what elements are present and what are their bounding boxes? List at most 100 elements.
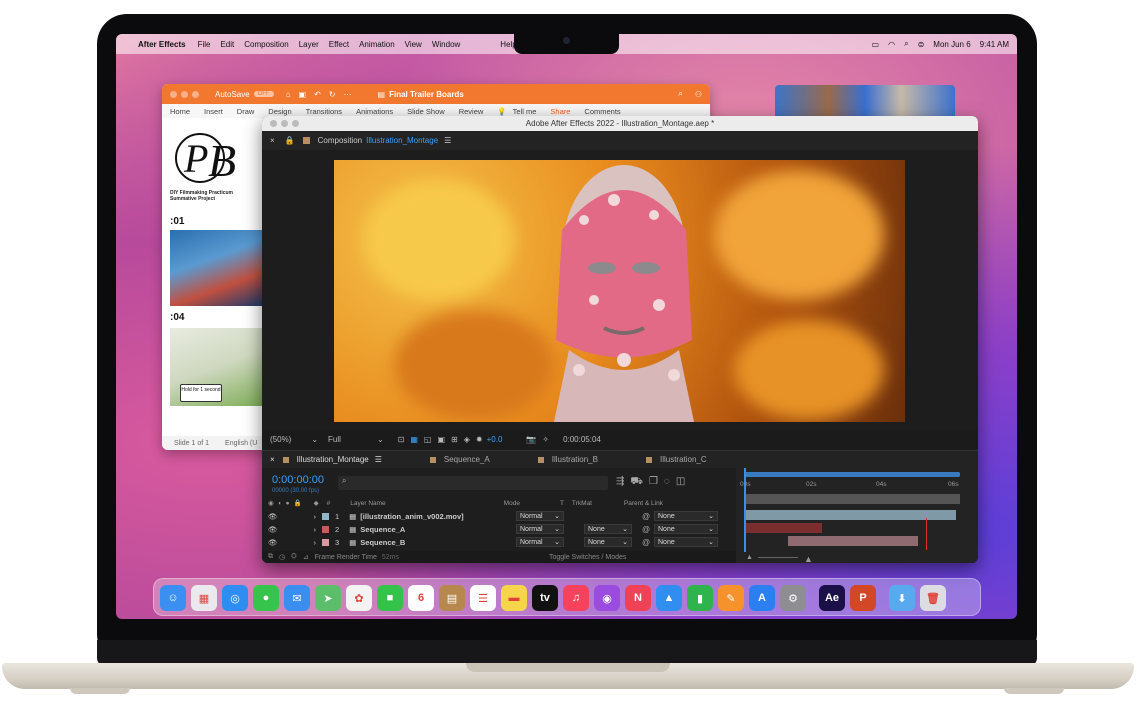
slide-logo[interactable]: P B bbox=[170, 126, 252, 186]
tab-draw[interactable]: Draw bbox=[237, 107, 255, 116]
keynote-icon[interactable]: ▲ bbox=[656, 585, 682, 611]
facetime-icon[interactable]: ■ bbox=[377, 585, 403, 611]
share-people-icon[interactable]: ⚇ bbox=[695, 90, 702, 99]
toggle-switches-button[interactable]: Toggle Switches / Modes bbox=[549, 554, 626, 561]
minimize-icon[interactable] bbox=[281, 120, 288, 127]
downloads-folder-icon[interactable]: ⬇ bbox=[889, 585, 915, 611]
chevron-down-icon[interactable]: ⌄ bbox=[311, 435, 318, 444]
news-icon[interactable]: N bbox=[625, 585, 651, 611]
zoom-icon[interactable] bbox=[192, 90, 199, 98]
parent-dropdown[interactable]: None ⌄ bbox=[654, 511, 718, 521]
resolution-dropdown[interactable]: Full bbox=[328, 435, 341, 444]
music-icon[interactable]: ♫ bbox=[563, 585, 589, 611]
timeline-zoom-slider[interactable] bbox=[758, 557, 798, 558]
render-time-icon[interactable]: ◷ bbox=[279, 553, 285, 561]
trkmat-dropdown[interactable]: None ⌄ bbox=[584, 524, 632, 534]
finder-icon[interactable]: ☺ bbox=[160, 585, 186, 611]
tab-illustration-c[interactable]: Illustration_C bbox=[645, 455, 707, 464]
zoom-in-icon[interactable]: ▲ bbox=[804, 554, 813, 563]
comp-name[interactable]: Illustration_Montage bbox=[366, 136, 438, 145]
photos-icon[interactable]: ✿ bbox=[346, 585, 372, 611]
time-ruler[interactable]: 00s 02s 04s 06s bbox=[736, 481, 978, 491]
pages-icon[interactable]: ✎ bbox=[718, 585, 744, 611]
tab-home[interactable]: Home bbox=[170, 107, 190, 116]
chevron-down-icon[interactable]: ⌄ bbox=[377, 435, 384, 444]
tab-slide-show[interactable]: Slide Show bbox=[407, 107, 445, 116]
layer-name[interactable]: Sequence_B bbox=[360, 538, 405, 547]
graph-editor-icon[interactable]: ⊿ bbox=[303, 553, 309, 561]
timeline-switch-icons[interactable]: ⇶⛟❐◌◫ bbox=[616, 476, 691, 489]
layer-bar-1[interactable] bbox=[744, 510, 956, 520]
mode-dropdown[interactable]: Normal ⌄ bbox=[516, 524, 564, 534]
zoom-out-icon[interactable]: ▲ bbox=[746, 554, 753, 561]
menu-animation[interactable]: Animation bbox=[359, 40, 395, 49]
trash-icon[interactable]: 🗑 bbox=[920, 585, 946, 611]
control-center-icon[interactable]: ⊜ bbox=[918, 40, 925, 49]
menu-app-name[interactable]: After Effects bbox=[138, 40, 186, 49]
t-header[interactable]: T bbox=[560, 500, 564, 507]
snapshot-icon[interactable]: 📷 bbox=[526, 435, 536, 444]
close-panel-icon[interactable]: × bbox=[270, 136, 275, 145]
powerpoint-icon[interactable]: P bbox=[850, 585, 876, 611]
layer-name[interactable]: [illustration_anim_v002.mov] bbox=[360, 512, 463, 521]
comments-button[interactable]: Comments bbox=[584, 107, 620, 116]
comp-flowchart-icon[interactable]: ⧉ bbox=[268, 553, 273, 561]
menu-layer[interactable]: Layer bbox=[299, 40, 319, 49]
eye-icon[interactable]: 👁 bbox=[268, 525, 278, 534]
trkmat-dropdown[interactable]: None ⌄ bbox=[584, 537, 632, 547]
motion-blur-icon[interactable]: ⛭ bbox=[291, 553, 297, 561]
tab-transitions[interactable]: Transitions bbox=[306, 107, 342, 116]
podcasts-icon[interactable]: ◉ bbox=[594, 585, 620, 611]
tv-icon[interactable]: tv bbox=[532, 585, 558, 611]
expand-chevron-icon[interactable]: › bbox=[314, 538, 317, 547]
mail-icon[interactable]: ✉ bbox=[284, 585, 310, 611]
minimize-icon[interactable] bbox=[181, 90, 188, 98]
navigator-bar[interactable] bbox=[744, 494, 960, 504]
tab-animations[interactable]: Animations bbox=[356, 107, 393, 116]
menu-view[interactable]: View bbox=[405, 40, 422, 49]
more-icon[interactable]: ⋯ bbox=[344, 90, 352, 99]
tab-illustration-b[interactable]: Illustration_B bbox=[537, 455, 598, 464]
tab-review[interactable]: Review bbox=[459, 107, 484, 116]
undo-icon[interactable]: ↶ bbox=[314, 90, 321, 99]
color-channels-icon[interactable]: ◈ bbox=[464, 435, 470, 444]
channel-icon[interactable]: ⊞ bbox=[451, 435, 458, 444]
save-icon[interactable]: ▣ bbox=[299, 90, 307, 99]
close-tab-icon[interactable]: × bbox=[270, 455, 275, 464]
parent-dropdown[interactable]: None ⌄ bbox=[654, 524, 718, 534]
redo-icon[interactable]: ↻ bbox=[329, 90, 336, 99]
numbers-icon[interactable]: ▮ bbox=[687, 585, 713, 611]
eye-icon[interactable]: 👁 bbox=[268, 538, 278, 547]
menu-edit[interactable]: Edit bbox=[220, 40, 234, 49]
tab-insert[interactable]: Insert bbox=[204, 107, 223, 116]
tab-sequence-a[interactable]: Sequence_A bbox=[429, 455, 490, 464]
work-area-bar[interactable] bbox=[744, 472, 960, 477]
mode-header[interactable]: Mode bbox=[504, 500, 520, 507]
pick-whip-icon[interactable]: @ bbox=[642, 538, 650, 547]
launchpad-icon[interactable]: ▦ bbox=[191, 585, 217, 611]
zoom-icon[interactable] bbox=[292, 120, 299, 127]
tab-illustration-montage[interactable]: × Illustration_Montage ☰ bbox=[270, 455, 382, 464]
mode-dropdown[interactable]: Normal ⌄ bbox=[516, 537, 564, 547]
layer-color-swatch[interactable] bbox=[322, 538, 330, 546]
timeline-search-input[interactable]: ⌕ bbox=[338, 476, 608, 490]
exposure-icon[interactable]: ✹ bbox=[476, 435, 483, 444]
after-effects-icon[interactable]: Ae bbox=[819, 585, 845, 611]
layer-color-swatch[interactable] bbox=[322, 525, 330, 533]
layer-name[interactable]: Sequence_A bbox=[360, 525, 405, 534]
tell-me-field[interactable]: Tell me bbox=[513, 107, 537, 116]
parent-header[interactable]: Parent & Link bbox=[624, 500, 663, 507]
viewer-current-time[interactable]: 0:00:05:04 bbox=[563, 435, 601, 444]
safari-icon[interactable]: ◎ bbox=[222, 585, 248, 611]
eye-icon[interactable]: 👁 bbox=[268, 512, 278, 521]
close-icon[interactable] bbox=[270, 120, 277, 127]
share-button[interactable]: Share bbox=[550, 107, 570, 116]
mask-icon[interactable]: ◱ bbox=[424, 435, 432, 444]
close-icon[interactable] bbox=[170, 90, 177, 98]
messages-icon[interactable]: ● bbox=[253, 585, 279, 611]
expand-chevron-icon[interactable]: › bbox=[314, 512, 317, 521]
battery-icon[interactable]: ▭ bbox=[872, 40, 880, 49]
exposure-value[interactable]: +0.0 bbox=[487, 435, 503, 444]
layer-color-swatch[interactable] bbox=[322, 512, 330, 520]
composition-viewer[interactable] bbox=[334, 160, 905, 422]
